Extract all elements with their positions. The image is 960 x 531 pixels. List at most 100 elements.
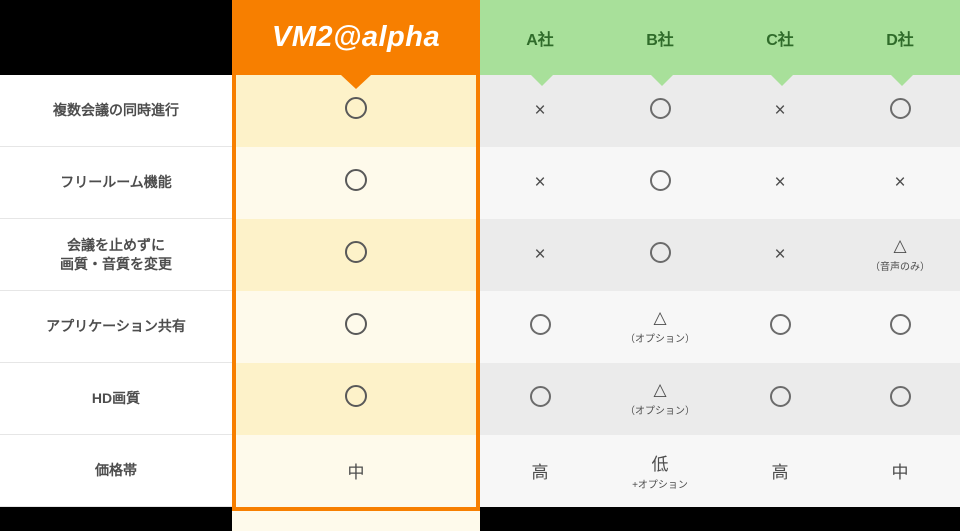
mark-cross-icon: ×: [894, 172, 905, 193]
footer-band-main: [232, 507, 480, 531]
row-label: HD画質: [0, 363, 232, 435]
cell-main-product: [232, 147, 480, 219]
table-row: アプリケーション共有 △ （オプション）: [0, 291, 960, 363]
header-competitor-b: B社: [600, 0, 720, 75]
mark-circle-icon: [345, 97, 367, 119]
cell-competitor-d: ×: [840, 147, 960, 219]
table-row: HD画質 △ （オプション）: [0, 363, 960, 435]
mark-circle-icon: [650, 98, 671, 119]
row-label-line1: 会議を止めずに: [67, 237, 165, 253]
cell-competitor-d: [840, 291, 960, 363]
table-body: 複数会議の同時進行××フリールーム機能×××会議を止めずに画質・音質を変更××△…: [0, 75, 960, 531]
header-competitor-c: C社: [720, 0, 840, 75]
row-label: 会議を止めずに画質・音質を変更: [0, 219, 232, 291]
row-label-line1: HD画質: [92, 390, 140, 406]
arrow-down-icon-main: [341, 75, 371, 89]
cell-text: 高: [772, 463, 789, 482]
table-footer-band: [0, 507, 960, 531]
header-blank-cell: [0, 0, 232, 75]
mark-circle-icon: [650, 170, 671, 191]
cell-main-product: 中: [232, 435, 480, 507]
cell-text: 高: [532, 463, 549, 482]
header-competitor-d: D社: [840, 0, 960, 75]
row-label: 価格帯: [0, 435, 232, 507]
arrow-down-icon-b: [651, 75, 673, 86]
mark-circle-icon: [890, 386, 911, 407]
row-label: 複数会議の同時進行: [0, 75, 232, 147]
mark-cross-icon: ×: [774, 100, 785, 121]
cell-subtext: （オプション）: [600, 330, 720, 345]
cell-main-product: [232, 291, 480, 363]
mark-circle-icon: [770, 386, 791, 407]
cell-competitor-b: [600, 147, 720, 219]
cell-competitor-c: 高: [720, 435, 840, 507]
cell-competitor-d: 中: [840, 435, 960, 507]
row-label-line1: アプリケーション共有: [46, 318, 186, 334]
mark-cross-icon: ×: [534, 100, 545, 121]
row-label-line2: 画質・音質を変更: [60, 256, 172, 272]
mark-circle-icon: [890, 314, 911, 335]
table-row: 複数会議の同時進行 × ×: [0, 75, 960, 147]
cell-competitor-c: [720, 291, 840, 363]
cell-competitor-a: [480, 291, 600, 363]
cell-competitor-b: [600, 219, 720, 291]
cell-competitor-b: △ （オプション）: [600, 363, 720, 435]
table-header: VM2@alpha A社 B社 C社 D社: [0, 0, 960, 75]
footer-band-left: [0, 507, 232, 531]
cell-competitor-a: 高: [480, 435, 600, 507]
cell-competitor-c: ×: [720, 219, 840, 291]
cell-main-product: [232, 219, 480, 291]
cell-text: 中: [892, 463, 909, 482]
footer-band-c: [720, 507, 840, 531]
mark-circle-icon: [530, 386, 551, 407]
cell-text: 低: [652, 455, 669, 474]
arrow-down-icon-c: [771, 75, 793, 86]
arrow-down-icon-d: [891, 75, 913, 86]
mark-cross-icon: ×: [534, 172, 545, 193]
cell-subtext: （音声のみ）: [840, 258, 960, 273]
header-main-product: VM2@alpha: [232, 0, 480, 75]
comparison-table: VM2@alpha A社 B社 C社 D社 複数会議の同時進行××フリールーム機…: [0, 0, 960, 531]
mark-cross-icon: ×: [774, 244, 785, 265]
arrow-down-icon-a: [531, 75, 553, 86]
cell-competitor-a: ×: [480, 147, 600, 219]
cell-competitor-d: △ （音声のみ）: [840, 219, 960, 291]
cell-competitor-a: [480, 363, 600, 435]
mark-circle-icon: [650, 242, 671, 263]
header-row: VM2@alpha A社 B社 C社 D社: [0, 0, 960, 75]
comparison-table-container: VM2@alpha A社 B社 C社 D社 複数会議の同時進行××フリールーム機…: [0, 0, 960, 515]
cell-competitor-c: [720, 363, 840, 435]
cell-competitor-c: ×: [720, 147, 840, 219]
mark-triangle-icon: △: [893, 236, 906, 255]
footer-band-b: [600, 507, 720, 531]
mark-triangle-icon: △: [653, 308, 666, 327]
mark-circle-icon: [345, 313, 367, 335]
row-label: フリールーム機能: [0, 147, 232, 219]
mark-circle-icon: [530, 314, 551, 335]
mark-circle-icon: [345, 169, 367, 191]
table-row: 会議を止めずに画質・音質を変更 × × △ （音声のみ）: [0, 219, 960, 291]
footer-band-a: [480, 507, 600, 531]
mark-cross-icon: ×: [534, 244, 545, 265]
row-label-line1: 複数会議の同時進行: [53, 102, 179, 118]
cell-competitor-b: 低 +オプション: [600, 435, 720, 507]
row-label-line1: 価格帯: [95, 462, 137, 478]
row-label: アプリケーション共有: [0, 291, 232, 363]
mark-circle-icon: [890, 98, 911, 119]
mark-circle-icon: [345, 241, 367, 263]
cell-competitor-d: [840, 363, 960, 435]
cell-subtext: （オプション）: [600, 402, 720, 417]
cell-subtext: +オプション: [600, 476, 720, 491]
header-competitor-a: A社: [480, 0, 600, 75]
cell-competitor-b: △ （オプション）: [600, 291, 720, 363]
mark-circle-icon: [770, 314, 791, 335]
cell-text: 中: [348, 463, 365, 482]
table-row: 価格帯 中 高 低 +オプション 高 中: [0, 435, 960, 507]
row-label-line1: フリールーム機能: [60, 174, 172, 190]
footer-band-d: [840, 507, 960, 531]
table-row: フリールーム機能 × × ×: [0, 147, 960, 219]
mark-triangle-icon: △: [653, 380, 666, 399]
cell-main-product: [232, 363, 480, 435]
mark-circle-icon: [345, 385, 367, 407]
cell-competitor-a: ×: [480, 219, 600, 291]
